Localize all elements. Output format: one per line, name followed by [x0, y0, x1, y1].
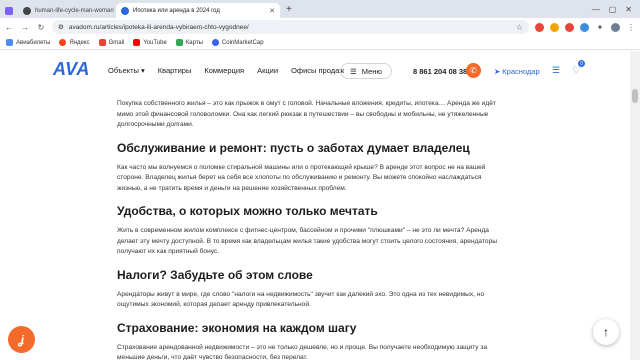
maximize-icon[interactable]: ▢: [609, 5, 617, 14]
close-window-icon[interactable]: ✕: [625, 5, 632, 14]
tab-favicon-icon: [121, 6, 129, 15]
article-paragraph: Жить в современном жилом комплексе с фит…: [117, 227, 497, 255]
article-paragraph: Арендаторы живут в мире, где слово "нало…: [117, 290, 485, 309]
nav-item-sales-offices[interactable]: Офисы продаж: [291, 66, 344, 75]
tab-favicon-icon: [23, 6, 31, 15]
phone-number[interactable]: 8 861 204 08 38: [413, 67, 467, 76]
close-tab-icon[interactable]: ✕: [269, 7, 275, 15]
scrollbar-thumb[interactable]: [632, 89, 638, 103]
youtube-icon: [133, 39, 141, 46]
bookmark-star-icon[interactable]: ☆: [516, 23, 523, 32]
bookmark-item[interactable]: Яндекс: [59, 39, 90, 46]
minimize-icon[interactable]: —: [592, 5, 600, 14]
tab-favicon-icon: [5, 6, 13, 15]
section-heading: Налоги? Забудьте об этом слове: [117, 267, 313, 282]
extension-icon[interactable]: [535, 22, 544, 32]
extension-icon[interactable]: [580, 22, 589, 32]
browser-tab[interactable]: [0, 3, 18, 18]
favorites-heart-icon[interactable]: ♡ 0: [572, 60, 586, 76]
yandex-icon: [59, 39, 67, 46]
plane-icon: [6, 39, 13, 46]
web-page: AVA Объекты ▾ Квартиры Коммерция Акции Оф…: [0, 51, 640, 360]
browser-tab-active[interactable]: Ипотека или аренда в 2024 год ✕: [116, 3, 280, 18]
page-scrollbar[interactable]: [630, 51, 640, 360]
url-text: avadom.ru/articles/ipoteka-ili-arenda-vy…: [68, 23, 249, 31]
bookmarks-bar: Авиабилеты Яндекс Gmail YouTube Карты Co…: [0, 36, 640, 50]
site-logo[interactable]: AVA: [53, 59, 90, 80]
chat-icon: ʝ: [19, 332, 24, 347]
gmail-icon: [98, 39, 106, 46]
bookmark-item[interactable]: CoinMarketCap: [211, 39, 264, 46]
extension-icon[interactable]: [565, 22, 574, 32]
browser-menu-icon[interactable]: ⋮: [626, 23, 636, 32]
forward-icon[interactable]: →: [20, 23, 30, 32]
phone-call-icon[interactable]: ✆: [466, 63, 481, 78]
section-heading: Обслуживание и ремонт: пусть о заботах д…: [117, 140, 470, 155]
city-selector[interactable]: ➤ Краснодар: [494, 67, 540, 76]
nav-item-promotions[interactable]: Акции: [257, 66, 278, 75]
nav-item-apartments[interactable]: Квартиры: [158, 66, 192, 75]
profile-avatar[interactable]: [611, 22, 620, 32]
coinmarketcap-icon: [211, 39, 219, 46]
tab-title: human-life-cycle-man-woman: [35, 7, 114, 14]
bookmark-item[interactable]: Авиабилеты: [6, 39, 50, 46]
bookmark-item[interactable]: Карты: [175, 39, 203, 46]
bookmark-item[interactable]: Gmail: [98, 39, 124, 46]
hamburger-icon: ☰: [350, 66, 357, 76]
article-paragraph: Как часто мы волнуемся о поломке стираль…: [117, 163, 486, 192]
section-heading: Страхование: экономия на каждом шагу: [117, 320, 357, 335]
chat-widget-button[interactable]: ʝ: [8, 326, 35, 353]
maps-icon: [175, 39, 183, 46]
main-nav: Объекты ▾ Квартиры Коммерция Акции Офисы …: [108, 66, 344, 75]
nav-item-commerce[interactable]: Коммерция: [204, 66, 244, 75]
bookmark-item[interactable]: YouTube: [133, 39, 167, 46]
back-icon[interactable]: ←: [4, 23, 14, 32]
extensions-puzzle-icon[interactable]: ✦: [595, 23, 605, 32]
compare-icon[interactable]: ☰: [552, 65, 560, 76]
arrow-up-icon: ↑: [603, 325, 609, 339]
section-heading: Удобства, о которых можно только мечтать: [117, 204, 378, 218]
new-tab-button[interactable]: +: [280, 3, 298, 18]
location-arrow-icon: ➤: [494, 67, 501, 76]
favorites-count-badge: 0: [578, 60, 586, 67]
menu-button[interactable]: ☰ Меню: [340, 63, 393, 79]
browser-tab-bar: human-life-cycle-man-woman ✕ Ипотека или…: [0, 0, 640, 18]
site-header: AVA Объекты ▾ Квартиры Коммерция Акции Оф…: [0, 51, 630, 93]
reload-icon[interactable]: ↻: [36, 23, 46, 32]
address-bar-row: ← → ↻ ⚙ avadom.ru/articles/ipoteka-ili-a…: [0, 18, 640, 36]
article-body: Покупка собственного жилья – это как пры…: [117, 99, 504, 360]
nav-item-objects[interactable]: Объекты ▾: [108, 66, 145, 75]
extension-icon[interactable]: [550, 22, 559, 32]
article-paragraph: Страхование арендованной недвижимости – …: [117, 343, 488, 360]
url-field[interactable]: ⚙ avadom.ru/articles/ipoteka-ili-arenda-…: [52, 20, 529, 34]
site-info-icon[interactable]: ⚙: [58, 23, 64, 31]
tab-title: Ипотека или аренда в 2024 год: [133, 7, 220, 14]
scroll-to-top-button[interactable]: ↑: [593, 319, 619, 345]
article-paragraph: Покупка собственного жилья – это как пры…: [117, 100, 496, 128]
chevron-down-icon: ▾: [140, 66, 145, 75]
browser-tab[interactable]: human-life-cycle-man-woman ✕: [18, 3, 116, 18]
